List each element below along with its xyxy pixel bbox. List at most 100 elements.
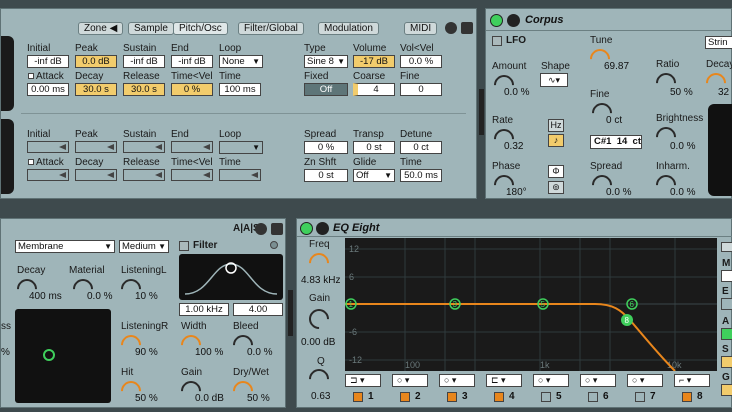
tab-sample[interactable]: Sample (128, 22, 174, 35)
eq-band-toggle[interactable] (682, 392, 692, 402)
resonator-save-icon[interactable] (271, 223, 283, 235)
shape-select[interactable]: ∿▾ (540, 73, 568, 87)
eq-band-toggle[interactable] (588, 392, 598, 402)
resonator-hotswap-icon[interactable] (255, 223, 267, 235)
eq-graph[interactable]: 12 6 -6 -12 100 1k 10k 1 3 5 6 8 (345, 238, 717, 372)
divider (21, 113, 466, 114)
eq-q-knob[interactable] (304, 364, 334, 394)
tune-value: 69.87 (604, 61, 630, 72)
resonator-type-select[interactable]: Membrane (15, 240, 115, 253)
volvel-field[interactable]: 0.0 % (400, 55, 442, 68)
eq-freq-knob[interactable] (304, 248, 334, 278)
device-scroll-handle[interactable] (288, 290, 293, 336)
attack-field[interactable]: 0.00 ms (27, 83, 69, 96)
release-field[interactable]: 30.0 s (123, 83, 165, 96)
sustain-field[interactable]: -inf dB (123, 55, 165, 68)
eq-gain-knob[interactable] (304, 304, 334, 334)
eq-right-toggle[interactable] (721, 328, 732, 340)
phase-spin-button[interactable]: ⊚ (548, 181, 564, 194)
tab-modulation[interactable]: Modulation (318, 22, 379, 35)
fixed-toggle[interactable]: Off (304, 83, 348, 96)
end-slot-2[interactable] (171, 141, 213, 153)
eq-band-toggle[interactable] (541, 392, 551, 402)
eq-right-toggle[interactable] (721, 298, 732, 310)
timevel-slot-2[interactable] (171, 169, 213, 181)
hotswap-icon[interactable] (445, 22, 457, 34)
tab-zone[interactable]: Zone ◀ (78, 22, 124, 35)
initial-field[interactable]: -inf dB (27, 55, 69, 68)
time-slot-2[interactable] (219, 169, 261, 181)
attack-checkbox[interactable] (28, 73, 34, 79)
decay-field[interactable]: 30.0 s (75, 83, 117, 96)
peak-field[interactable]: 0.0 dB (75, 55, 117, 68)
time2-label: Time (400, 157, 422, 168)
filter-q-field[interactable]: 4.00 (233, 303, 283, 316)
spread-field[interactable]: 0 % (304, 141, 348, 154)
eq-band-toggle[interactable] (635, 392, 645, 402)
eq-band-filter-type-select[interactable]: ⌐ ▾ (674, 374, 710, 387)
eq-band-number: 5 (556, 391, 562, 402)
lfo-checkbox[interactable] (492, 36, 502, 46)
corpus-power-button[interactable] (490, 14, 503, 27)
eq-band-toggle[interactable] (353, 392, 363, 402)
volume-field[interactable]: -17 dB (353, 55, 395, 68)
end-field[interactable]: -inf dB (171, 55, 213, 68)
znshft-field[interactable]: 0 st (304, 169, 348, 182)
eq-band-filter-type-select[interactable]: ○ ▾ (580, 374, 616, 387)
attack-checkbox-2[interactable] (28, 159, 34, 165)
release-slot-2[interactable] (123, 169, 165, 181)
attack-slot-2[interactable] (27, 169, 69, 181)
eq-band-filter-type-select[interactable]: ⊐ ▾ (345, 374, 381, 387)
sustain-slot-2[interactable] (123, 141, 165, 153)
eq-band-filter-type-select[interactable]: ○ ▾ (533, 374, 569, 387)
decay-slot-2[interactable] (75, 169, 117, 181)
loop-select[interactable]: None (219, 55, 263, 68)
eq-power-button[interactable] (300, 222, 313, 235)
tab-pitch-osc[interactable]: Pitch/Osc (173, 22, 228, 35)
xy-pad-handle[interactable] (43, 349, 55, 361)
eq-right-toggle[interactable] (721, 356, 732, 368)
corpus-collapse-icon[interactable] (507, 14, 520, 27)
eq-band-filter-type-select[interactable]: ○ ▾ (392, 374, 428, 387)
initial-slot-2[interactable] (27, 141, 69, 153)
listeningr-label: ListeningR (121, 321, 169, 332)
quality-select[interactable]: Medium (119, 240, 169, 253)
eq-y-tick: -6 (349, 327, 357, 337)
eq-band-toggle[interactable] (400, 392, 410, 402)
hz-button[interactable]: Hz (548, 119, 564, 132)
eq-band-label: 1 (349, 300, 354, 309)
resonance-type-select[interactable]: Strin (705, 36, 732, 49)
glide-select[interactable]: Off (353, 169, 395, 182)
eq-right-button[interactable] (721, 242, 732, 252)
eq-band-toggle[interactable] (447, 392, 457, 402)
timevel-field[interactable]: 0 % (171, 83, 213, 96)
filter-checkbox[interactable] (179, 241, 189, 251)
eq-band-filter-type-select[interactable]: ○ ▾ (627, 374, 663, 387)
loop-select-2[interactable] (219, 141, 263, 154)
tab-filter-global[interactable]: Filter/Global (238, 22, 304, 35)
type-select[interactable]: Sine 8 (304, 55, 348, 68)
transp-field[interactable]: 0 st (353, 141, 395, 154)
save-icon[interactable] (461, 22, 473, 34)
xy-pad[interactable] (15, 309, 111, 403)
eq-gain-value: 0.00 dB (301, 337, 336, 348)
eq-right-field[interactable] (721, 384, 732, 396)
coarse-field[interactable]: 4 (353, 83, 395, 96)
fine-field[interactable]: 0 (400, 83, 442, 96)
loop-label-2: Loop (219, 129, 242, 140)
hit-label: Hit (121, 367, 134, 378)
filter-freq-field[interactable]: 1.00 kHz (179, 303, 229, 316)
eq-band-filter-type-select[interactable]: ⊏ ▾ (486, 374, 522, 387)
sync-note-button[interactable]: ♪ (548, 134, 564, 147)
tab-midi[interactable]: MIDI (404, 22, 438, 35)
eq-collapse-icon[interactable] (316, 222, 329, 235)
peak-slot-2[interactable] (75, 141, 117, 153)
detune-field[interactable]: 0 ct (400, 141, 442, 154)
time2-field[interactable]: 50.0 ms (400, 169, 442, 182)
scroll-handle[interactable] (479, 89, 484, 135)
eq-right-field[interactable] (721, 270, 732, 282)
time-field[interactable]: 100 ms (219, 83, 261, 96)
eq-band-toggle[interactable] (494, 392, 504, 402)
phase-mode-button[interactable]: Φ (548, 165, 564, 178)
eq-band-filter-type-select[interactable]: ○ ▾ (439, 374, 475, 387)
